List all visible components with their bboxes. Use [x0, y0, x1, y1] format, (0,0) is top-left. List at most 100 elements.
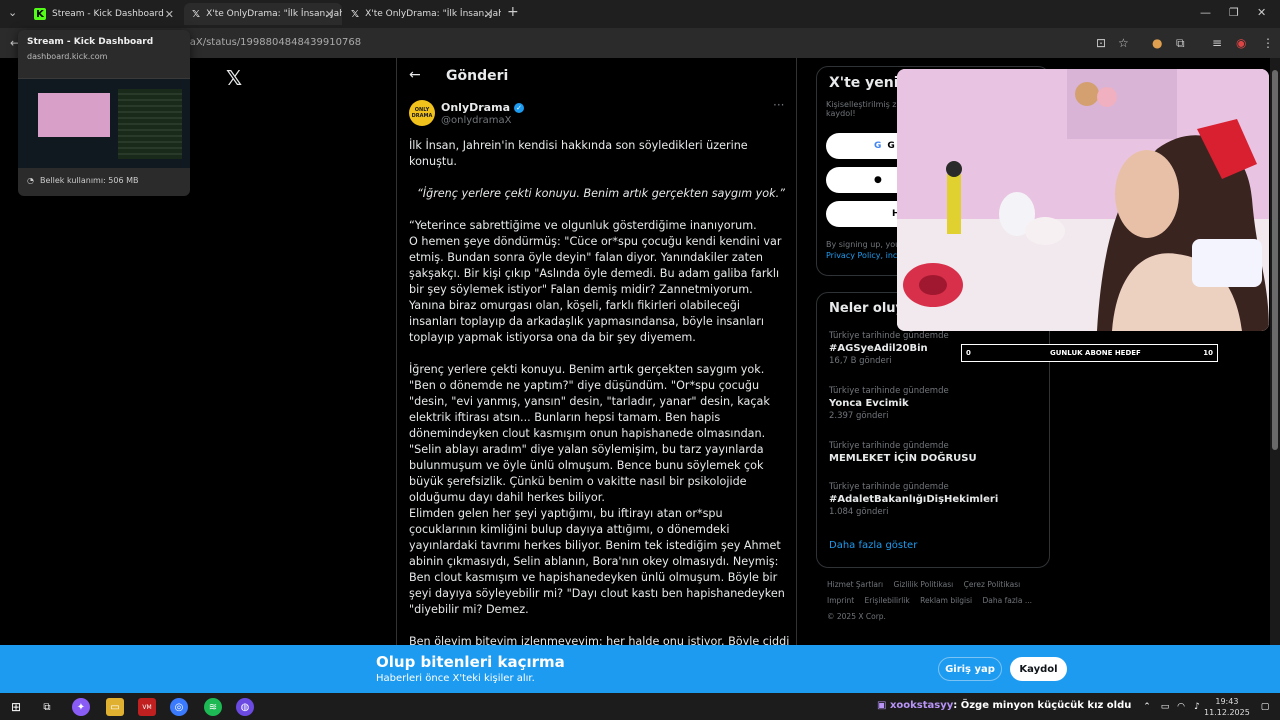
- privacy-policy-link[interactable]: Privacy Policy, inc: [826, 251, 897, 260]
- x-icon: 𝕏: [192, 8, 201, 20]
- tab-hover-card: Stream - Kick Dashboard dashboard.kick.c…: [18, 30, 190, 196]
- spotify-icon[interactable]: ≋: [204, 698, 222, 716]
- trend-context: Türkiye tarihinde gündemde: [829, 331, 949, 341]
- trend-name: #AdaletBakanlığıDişHekimleri: [829, 494, 999, 505]
- trend-name: #AGSyeAdil20Bin: [829, 343, 928, 354]
- footer-link[interactable]: Erişilebilirlik: [865, 596, 910, 605]
- trend-name: Yonca Evcimik: [829, 398, 909, 409]
- install-icon[interactable]: ⊡: [1096, 36, 1106, 50]
- post-body: İlk İnsan, Jahrein'in kendisi hakkında s…: [409, 138, 791, 645]
- webcam-scene: [897, 69, 1269, 331]
- trend-count: 1.084 gönderi: [829, 507, 889, 517]
- chrome-icon[interactable]: ◎: [170, 698, 188, 716]
- media-icon[interactable]: ≡: [1212, 36, 1222, 50]
- clock-date: 11.12.2025: [1204, 708, 1250, 717]
- kick-icon: K: [34, 8, 46, 20]
- profile-icon[interactable]: ◉: [1236, 36, 1246, 50]
- post-paragraph: Ben öleyim biteyim izlenmeyeyim; her hal…: [409, 635, 790, 645]
- ticker-user: xookstasyy: [889, 700, 954, 711]
- task-view-icon[interactable]: ⧉: [38, 698, 56, 716]
- back-arrow-icon[interactable]: ←: [409, 67, 421, 83]
- window-close-icon[interactable]: ✕: [1257, 6, 1266, 19]
- system-clock[interactable]: 19:43 11.12.2025: [1204, 696, 1250, 718]
- trend-item[interactable]: Türkiye tarihinde gündemde #AdaletBakanl…: [829, 482, 998, 517]
- chat-ticker: ▣ xookstasyy: Özge minyon küçücük kız ol…: [877, 700, 1131, 711]
- tab-x-post-1[interactable]: 𝕏 X'te OnlyDrama: "İlk İnsan, Jahr ✕: [184, 3, 342, 25]
- preview-webcam: [38, 93, 110, 137]
- tab-title: Stream - Kick Dashboard: [52, 9, 164, 19]
- bookmark-star-icon[interactable]: ☆: [1118, 36, 1129, 50]
- trend-context: Türkiye tarihinde gündemde: [829, 441, 949, 451]
- x-logo-icon[interactable]: 𝕏: [226, 66, 242, 90]
- post-paragraph: “Yeterince sabrettiğime ve olgunluk göst…: [409, 219, 782, 344]
- memory-text: Bellek kullanımı: 506 MB: [39, 176, 139, 185]
- webcam-overlay: [897, 69, 1269, 331]
- author-name[interactable]: OnlyDrama ✓: [441, 101, 524, 114]
- close-icon[interactable]: ✕: [325, 8, 334, 21]
- trends-panel: Neler oluyo Türkiye tarihinde gündemde #…: [816, 292, 1050, 568]
- footer-link[interactable]: Hizmet Şartları: [827, 580, 883, 589]
- show-more-link[interactable]: Daha fazla göster: [829, 540, 917, 551]
- puzzle-icon[interactable]: ⧉: [1176, 36, 1185, 51]
- close-icon[interactable]: ✕: [165, 8, 174, 21]
- verified-badge-icon: ✓: [514, 102, 524, 113]
- author-handle[interactable]: @onlydramaX: [441, 115, 511, 126]
- banner-title: Olup bitenleri kaçırma: [376, 653, 565, 671]
- copilot-icon[interactable]: ✦: [72, 698, 90, 716]
- footer-link[interactable]: Çerez Politikası: [964, 580, 1021, 589]
- close-icon[interactable]: ✕: [484, 8, 493, 21]
- file-explorer-icon[interactable]: ▭: [106, 698, 124, 716]
- page-scrollbar[interactable]: [1270, 58, 1280, 645]
- post-column: ← Gönderi ONLY DRAMA OnlyDrama ✓ @onlydr…: [396, 58, 797, 645]
- url-field[interactable]: maX/status/1998804848439910768: [180, 37, 361, 48]
- banner-subtitle: Haberleri önce X'teki kişiler alır.: [376, 673, 535, 684]
- avatar[interactable]: ONLY DRAMA: [409, 100, 435, 126]
- trend-item[interactable]: Türkiye tarihinde gündemde MEMLEKET İÇİN…: [829, 441, 977, 464]
- tray-chevron-icon[interactable]: ⌃: [1138, 698, 1156, 716]
- memory-usage: ◔ Bellek kullanımı: 506 MB: [27, 176, 139, 185]
- google-icon: G: [874, 141, 882, 151]
- x-icon: 𝕏: [351, 8, 360, 20]
- browser-tab-bar: ⌄ K Stream - Kick Dashboard ✕ 𝕏 X'te Onl…: [0, 0, 1280, 28]
- footer-link[interactable]: Daha fazla ...: [982, 596, 1032, 605]
- new-tab-icon[interactable]: +: [507, 4, 519, 20]
- scrollbar-thumb[interactable]: [1272, 70, 1278, 450]
- preview-chat: [118, 89, 182, 159]
- extension-icon[interactable]: ●: [1152, 36, 1162, 50]
- trend-item[interactable]: Türkiye tarihinde gündemde Yonca Evcimik…: [829, 386, 949, 421]
- register-button[interactable]: Kaydol: [1010, 657, 1067, 681]
- discord-icon[interactable]: ◍: [236, 698, 254, 716]
- post-quote: “İğrenç yerlere çekti konuyu. Benim artı…: [417, 187, 785, 200]
- trend-count: 16,7 B gönderi: [829, 356, 892, 366]
- login-button[interactable]: Giriş yap: [938, 657, 1002, 681]
- tab-x-post-2[interactable]: 𝕏 X'te OnlyDrama: "İlk İnsan, Jahr ✕: [343, 3, 501, 25]
- tab-list-icon[interactable]: ⌄: [8, 6, 17, 19]
- goal-current: 0: [966, 349, 971, 357]
- google-label: G: [887, 141, 895, 151]
- footer-links: Hizmet Şartları Gizlilik Politikası Çere…: [827, 577, 1067, 625]
- trend-item[interactable]: Türkiye tarihinde gündemde #AGSyeAdil20B…: [829, 331, 949, 366]
- notification-icon[interactable]: ▢: [1256, 698, 1274, 716]
- voicemeeter-icon[interactable]: VM: [138, 698, 156, 716]
- goal-target: 10: [1203, 349, 1213, 357]
- page-title: Gönderi: [446, 68, 509, 84]
- author-label: OnlyDrama: [441, 101, 510, 114]
- trend-name: MEMLEKET İÇİN DOĞRUSU: [829, 453, 977, 464]
- menu-icon[interactable]: ⋮: [1262, 36, 1274, 50]
- footer-link[interactable]: Imprint: [827, 596, 854, 605]
- footer-link[interactable]: Gizlilik Politikası: [894, 580, 954, 589]
- ticker-text: : Özge minyon küçücük kız oldu: [953, 700, 1132, 711]
- restore-icon[interactable]: ❐: [1229, 6, 1239, 19]
- memory-icon: ◔: [27, 176, 34, 185]
- ticker-badge-icon: ▣: [877, 700, 887, 711]
- start-icon[interactable]: ⊞: [7, 698, 25, 716]
- minimize-icon[interactable]: —: [1200, 6, 1211, 19]
- hover-card-title: Stream - Kick Dashboard: [27, 37, 154, 47]
- footer-link[interactable]: Reklam bilgisi: [920, 596, 972, 605]
- tab-title: X'te OnlyDrama: "İlk İnsan, Jahr: [365, 9, 501, 19]
- tab-kick-dashboard[interactable]: K Stream - Kick Dashboard ✕: [26, 3, 182, 25]
- apple-icon: ●: [874, 175, 882, 185]
- more-options-icon[interactable]: ···: [773, 98, 784, 112]
- post-intro: İlk İnsan, Jahrein'in kendisi hakkında s…: [409, 139, 748, 168]
- post-paragraph: İğrenç yerlere çekti konuyu. Benim artık…: [409, 363, 785, 616]
